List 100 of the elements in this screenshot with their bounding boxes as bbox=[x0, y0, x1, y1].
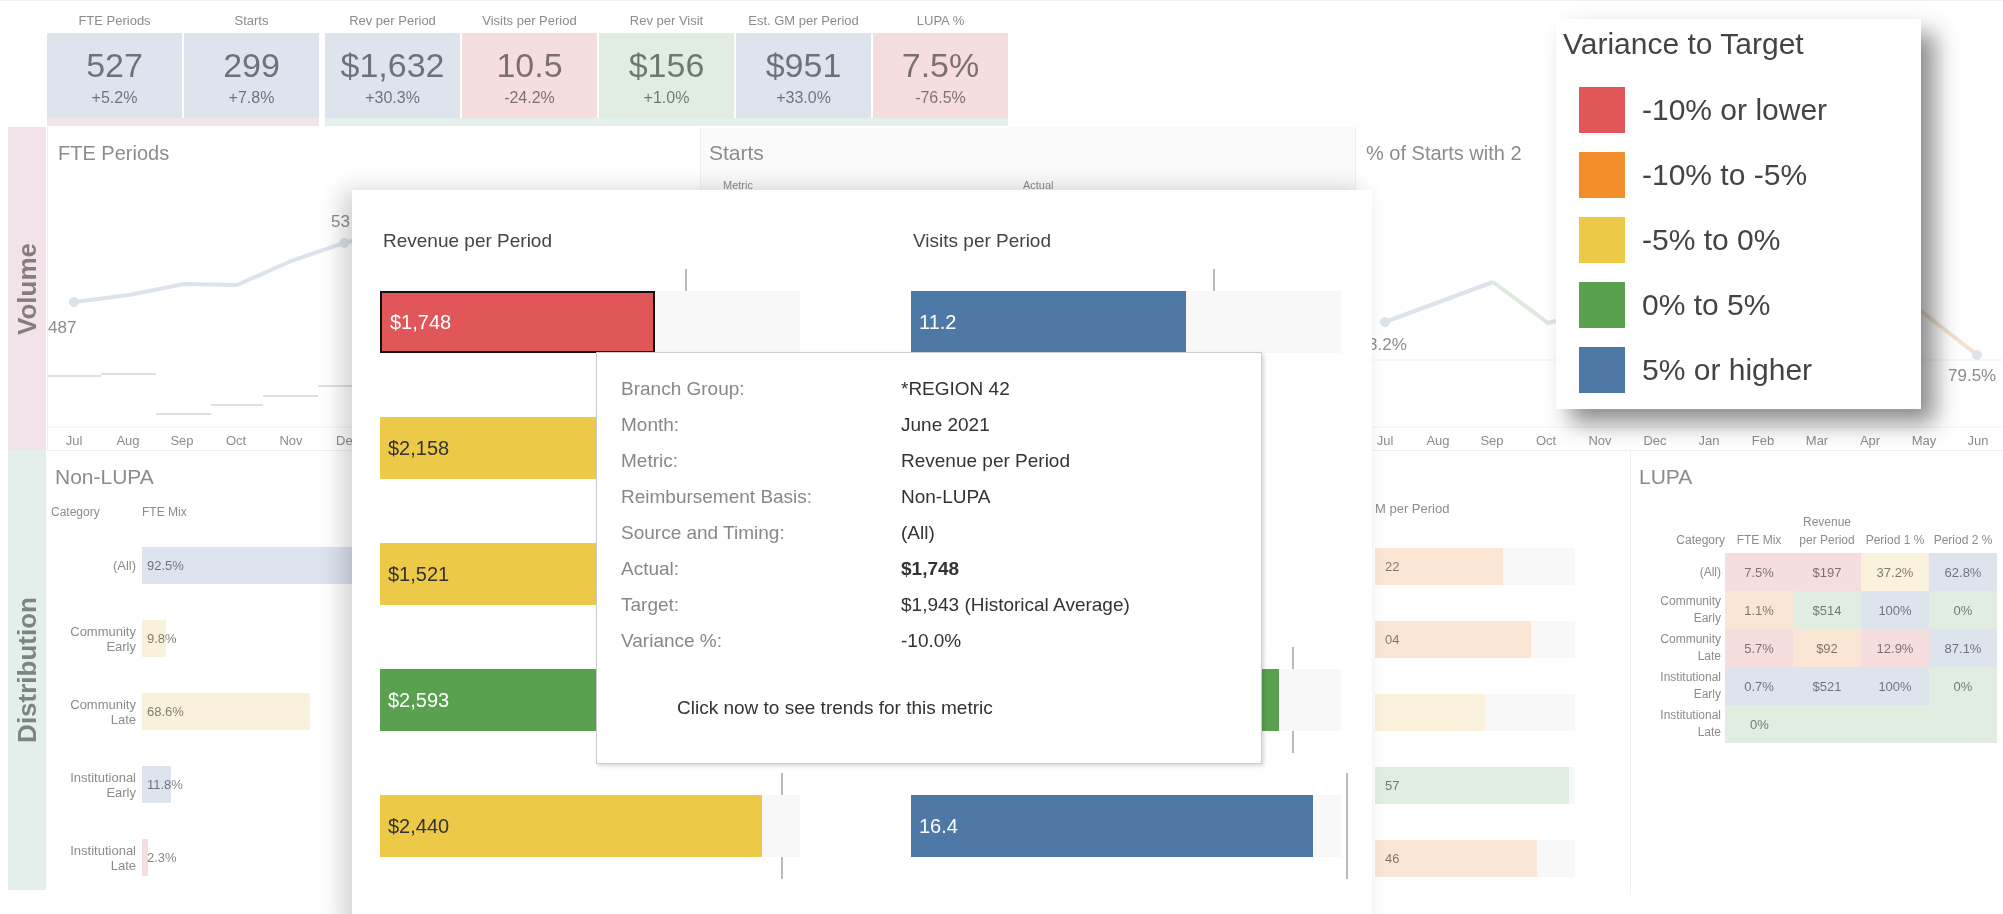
field-label: Metric: bbox=[621, 449, 679, 473]
kpi-value: 7.5% bbox=[901, 44, 980, 85]
kpi-change: -24.2% bbox=[504, 88, 555, 107]
legend-label: -10% or lower bbox=[1642, 92, 1828, 127]
axis-label: Jun bbox=[1967, 433, 1989, 448]
axis-label: Jul bbox=[1376, 433, 1394, 448]
category-label: Community Late bbox=[69, 695, 136, 729]
axis-label: Jan bbox=[1698, 433, 1720, 448]
field-value: *REGION 42 bbox=[901, 377, 1011, 401]
kpi-label: LUPA % bbox=[915, 12, 966, 30]
column-header: Visits per Period bbox=[913, 230, 1052, 252]
legend-label: 0% to 5% bbox=[1642, 287, 1771, 322]
field-value: (All) bbox=[901, 521, 936, 545]
axis-label: Nov bbox=[279, 433, 303, 448]
field-label: Source and Timing: bbox=[621, 521, 786, 545]
kpi-change: -76.5% bbox=[915, 88, 966, 107]
column-header: M per Period bbox=[1375, 501, 1451, 516]
category-label: (All) bbox=[1698, 563, 1722, 581]
category-label: Community Early bbox=[69, 622, 136, 656]
field-value: June 2021 bbox=[901, 413, 991, 437]
kpi-change: +33.0% bbox=[776, 88, 831, 107]
category-label: Institutional Early bbox=[69, 768, 136, 802]
bar[interactable]: $1,748 bbox=[380, 291, 656, 353]
category-label: Institutional Late bbox=[1659, 707, 1722, 741]
table-cell: $521 bbox=[1793, 667, 1861, 705]
table-cell: 87.1% bbox=[1929, 629, 1997, 667]
table-cell: 0% bbox=[1929, 591, 1997, 629]
axis-label: Jul bbox=[65, 433, 83, 448]
bar-value: 11.8% bbox=[147, 777, 183, 792]
kpi-change: +30.3% bbox=[365, 88, 420, 107]
column-header: FTE Mix bbox=[1735, 532, 1783, 549]
axis-label: De bbox=[336, 433, 353, 448]
category-label: Community Late bbox=[1659, 631, 1722, 665]
kpi-label: Est. GM per Period bbox=[747, 12, 860, 30]
legend-label: -5% to 0% bbox=[1642, 222, 1781, 257]
panel-title: Non-LUPA bbox=[54, 464, 155, 489]
panel-title: Starts bbox=[708, 140, 765, 165]
column-header: Category bbox=[1675, 532, 1725, 549]
field-value: Non-LUPA bbox=[901, 485, 992, 509]
kpi-label: FTE Periods bbox=[77, 12, 152, 30]
column-header: Revenue per Period bbox=[1798, 514, 1856, 549]
kpi-label: Rev per Period bbox=[348, 12, 437, 30]
table-cell: $197 bbox=[1793, 553, 1861, 591]
column-header: Actual bbox=[1022, 179, 1054, 191]
table-cell: $92 bbox=[1793, 629, 1861, 667]
axis-label: Oct bbox=[1535, 433, 1557, 448]
category-label: (All) bbox=[111, 557, 136, 575]
field-label: Branch Group: bbox=[621, 377, 746, 401]
axis-label: Aug bbox=[116, 433, 140, 448]
point-label: 487 bbox=[48, 318, 77, 337]
column-header: Category bbox=[51, 505, 101, 521]
bar-value: 9.8% bbox=[147, 631, 177, 646]
axis-label: Dec bbox=[1643, 433, 1667, 448]
column-header: Metric bbox=[723, 179, 753, 191]
axis-label: Sep bbox=[1480, 433, 1504, 448]
field-value: Revenue per Period bbox=[901, 449, 1071, 473]
kpi-label: Starts bbox=[233, 12, 270, 30]
field-label: Variance %: bbox=[621, 629, 724, 653]
axis-label: Nov bbox=[1588, 433, 1612, 448]
bar-value: 68.6% bbox=[147, 704, 184, 719]
kpi-value: 527 bbox=[86, 44, 143, 85]
kpi-change: +1.0% bbox=[643, 88, 690, 107]
point-label: 53 bbox=[331, 212, 350, 231]
table-cell: 12.9% bbox=[1861, 629, 1929, 667]
category-label: Community Early bbox=[1659, 593, 1722, 627]
kpi-value: $1,632 bbox=[340, 44, 445, 85]
kpi-value: $156 bbox=[628, 44, 705, 85]
panel-title: FTE Periods bbox=[58, 142, 170, 164]
kpi-label: Visits per Period bbox=[481, 12, 578, 30]
axis-label: Oct bbox=[225, 433, 247, 448]
field-label: Reimbursement Basis: bbox=[621, 485, 814, 509]
bar[interactable]: 16.4 bbox=[911, 795, 1314, 857]
bar[interactable]: $2,440 bbox=[380, 795, 763, 857]
panel-title: LUPA bbox=[1638, 464, 1694, 489]
bar-value: 2.3% bbox=[147, 850, 177, 865]
field-value: $1,748 bbox=[901, 557, 961, 581]
kpi-value: $951 bbox=[765, 44, 842, 85]
bar: 46 bbox=[1375, 840, 1537, 877]
field-label: Actual: bbox=[621, 557, 681, 581]
table-cell: 62.8% bbox=[1929, 553, 1997, 591]
table-cell: 37.2% bbox=[1861, 553, 1929, 591]
bar: 22 bbox=[1375, 548, 1503, 585]
axis-label: Apr bbox=[1859, 433, 1881, 448]
table-cell: 0.7% bbox=[1725, 667, 1793, 705]
field-value: $1,943 (Historical Average) bbox=[901, 593, 1131, 617]
table-cell: $514 bbox=[1793, 591, 1861, 629]
bar-value: 92.5% bbox=[147, 558, 184, 573]
column-header: FTE Mix bbox=[142, 505, 188, 521]
column-header: Period 1 % bbox=[1864, 532, 1926, 549]
axis-label: Sep bbox=[170, 433, 194, 448]
bar: 04 bbox=[1375, 621, 1531, 658]
legend-title: Variance to Target bbox=[1563, 27, 1805, 61]
section-title: Distribution bbox=[11, 597, 43, 743]
bar[interactable]: 11.2 bbox=[911, 291, 1187, 353]
point-label: 79.5% bbox=[1948, 366, 1997, 385]
category-label: Institutional Early bbox=[1659, 669, 1722, 703]
axis-label: May bbox=[1911, 433, 1937, 448]
legend-label: -10% to -5% bbox=[1642, 157, 1808, 192]
table-cell: 7.5% bbox=[1725, 553, 1793, 591]
axis-label: Mar bbox=[1805, 433, 1829, 448]
